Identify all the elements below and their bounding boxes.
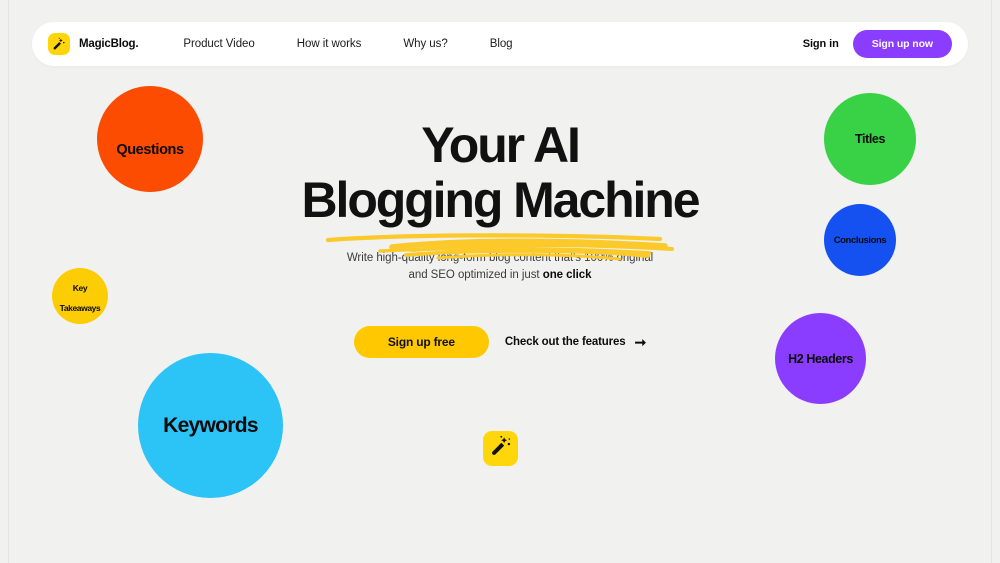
- magic-wand-badge[interactable]: [483, 431, 518, 466]
- bubble-keywords-label: Keywords: [163, 413, 258, 437]
- magic-wand-icon: [490, 435, 512, 462]
- page-title: Your AI Blogging Machine: [0, 117, 1000, 261]
- sign-up-free-button[interactable]: Sign up free: [353, 326, 489, 358]
- top-navigation-bar: MagicBlog. Product Video How it works Wh…: [32, 22, 968, 66]
- check-out-features-link[interactable]: Check out the features ➞: [505, 335, 646, 349]
- nav-links: Product Video How it works Why us? Blog: [183, 38, 512, 50]
- arrow-right-icon: ➞: [634, 334, 647, 350]
- bubble-key-takeaways[interactable]: Key Takeaways: [52, 268, 108, 324]
- bubble-key-takeaways-line-2: Takeaways: [59, 303, 101, 313]
- bubble-h2-headers[interactable]: H2 Headers: [775, 313, 866, 404]
- hero-subtitle-emphasis: one click: [542, 269, 592, 281]
- sign-up-now-button[interactable]: Sign up now: [852, 30, 952, 58]
- bubble-key-takeaways-label: Key Takeaways: [60, 283, 101, 313]
- bubble-conclusions-label: Conclusions: [833, 234, 887, 246]
- nav-link-blog[interactable]: Blog: [490, 38, 513, 50]
- nav-link-why-us[interactable]: Why us?: [403, 38, 447, 50]
- magic-wand-icon: [48, 33, 70, 55]
- bubble-keywords[interactable]: Keywords: [138, 353, 283, 498]
- nav-link-product-video[interactable]: Product Video: [183, 38, 254, 50]
- hero-subtitle-line-1: Write high-quality long-form blog conten…: [346, 252, 654, 264]
- sign-in-link[interactable]: Sign in: [803, 38, 839, 50]
- nav-link-how-it-works[interactable]: How it works: [297, 38, 362, 50]
- hero-title-line-1: Your AI: [421, 117, 581, 173]
- brand-name: MagicBlog.: [79, 38, 139, 50]
- brand-logo[interactable]: MagicBlog.: [48, 33, 139, 55]
- check-out-features-label: Check out the features: [504, 336, 626, 348]
- bubble-h2-headers-label: H2 Headers: [788, 351, 853, 366]
- hero-title-line-2: Blogging Machine: [301, 172, 701, 228]
- bubble-key-takeaways-line-1: Key: [72, 283, 88, 293]
- nav-actions: Sign in Sign up now: [803, 30, 952, 58]
- page-root: MagicBlog. Product Video How it works Wh…: [0, 0, 1000, 563]
- hero-subtitle-line-2: and SEO optimized in just: [408, 269, 543, 281]
